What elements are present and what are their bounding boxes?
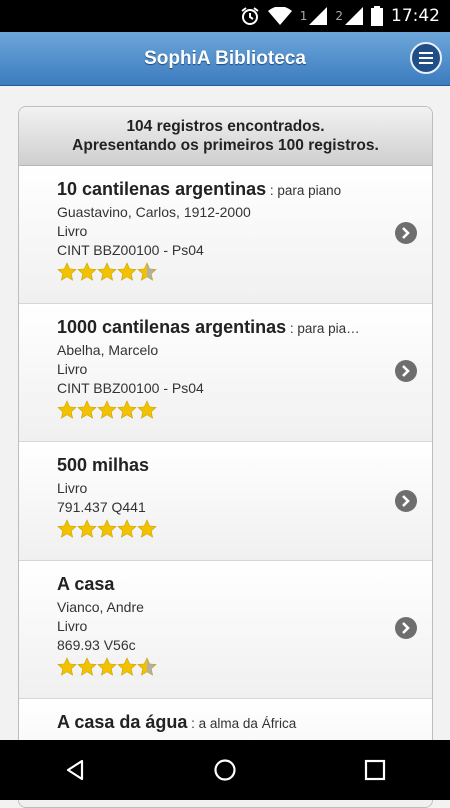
star-icon	[77, 262, 97, 281]
sim2-signal: 2	[335, 7, 363, 25]
open-item-button[interactable]	[395, 360, 417, 382]
item-title-row: 500 milhas	[57, 453, 372, 479]
item-author: Vianco, Andre	[57, 599, 144, 615]
star-icon	[117, 262, 137, 281]
item-title: 1000 cantilenas argentinas	[57, 317, 287, 337]
home-button[interactable]	[205, 750, 245, 790]
rating-stars	[57, 400, 372, 422]
sim1-signal: 1	[300, 7, 328, 25]
star-icon	[117, 657, 137, 676]
item-call-number: CINT BBZ00100 - Ps04	[57, 380, 204, 396]
signal-icon	[345, 7, 363, 25]
star-icon	[97, 519, 117, 538]
app-bar: SophiA Biblioteca	[0, 32, 450, 86]
item-title: A casa da água	[57, 712, 188, 732]
chevron-right-icon	[402, 365, 410, 377]
menu-button[interactable]	[410, 42, 442, 74]
item-subtitle: : para piano	[266, 183, 342, 198]
star-icon	[57, 519, 77, 538]
chevron-right-icon	[402, 622, 410, 634]
back-button[interactable]	[55, 750, 95, 790]
navigation-bar	[0, 740, 450, 800]
item-title: 500 milhas	[57, 455, 150, 475]
sim2-label: 2	[335, 9, 343, 23]
list-item[interactable]: A casa Vianco, Andre Livro 869.93 V56c	[19, 561, 432, 699]
wifi-icon	[267, 7, 292, 25]
open-item-button[interactable]	[395, 490, 417, 512]
item-subtitle: : para pia…	[286, 321, 360, 336]
item-author: Guastavino, Carlos, 1912-2000	[57, 204, 251, 220]
results-header: 104 registros encontrados. Apresentando …	[19, 107, 432, 166]
rating-stars	[57, 262, 372, 284]
item-title-row: A casa da água : a alma da África	[57, 710, 372, 736]
star-icon	[117, 400, 137, 419]
item-title-row: A casa	[57, 572, 372, 598]
chevron-right-icon	[402, 495, 410, 507]
item-subtitle: : a alma da África	[187, 716, 297, 731]
item-call-number: 791.437 Q441	[57, 499, 146, 515]
star-icon	[97, 400, 117, 419]
star-icon	[57, 400, 77, 419]
recents-square-icon	[364, 759, 386, 781]
menu-icon	[419, 52, 433, 64]
alarm-icon	[240, 6, 260, 26]
open-item-button[interactable]	[395, 617, 417, 639]
chevron-right-icon	[402, 227, 410, 239]
item-call-number: CINT BBZ00100 - Ps04	[57, 242, 204, 258]
recents-button[interactable]	[355, 750, 395, 790]
star-icon	[77, 519, 97, 538]
rating-stars	[57, 519, 372, 541]
item-title: 10 cantilenas argentinas	[57, 179, 267, 199]
item-author: Abelha, Marcelo	[57, 342, 159, 358]
status-bar: 1 2 17:42	[0, 0, 450, 32]
item-type: Livro	[57, 480, 88, 496]
star-icon	[137, 400, 157, 419]
results-count: 104 registros encontrados.	[126, 118, 325, 135]
item-type: Livro	[57, 223, 88, 239]
list-item[interactable]: 500 milhas Livro 791.437 Q441	[19, 442, 432, 561]
signal-icon	[309, 7, 328, 25]
clock: 17:42	[391, 6, 440, 26]
item-title-row: 10 cantilenas argentinas : para piano	[57, 177, 372, 203]
sim1-label: 1	[299, 9, 308, 23]
star-icon	[57, 262, 77, 281]
item-type: Livro	[57, 618, 88, 634]
star-icon	[137, 519, 157, 538]
item-title-row: 1000 cantilenas argentinas : para pia…	[57, 315, 372, 341]
back-triangle-icon	[66, 759, 84, 781]
battery-icon	[371, 6, 383, 26]
star-icon	[57, 657, 77, 676]
results-panel: 104 registros encontrados. Apresentando …	[18, 106, 433, 808]
results-showing: Apresentando os primeiros 100 registros.	[72, 137, 379, 154]
star-icon	[97, 262, 117, 281]
item-title: A casa	[57, 574, 115, 594]
open-item-button[interactable]	[395, 222, 417, 244]
app-title: SophiA Biblioteca	[144, 47, 306, 69]
star-icon	[77, 657, 97, 676]
star-icon	[137, 262, 157, 281]
star-icon	[97, 657, 117, 676]
star-icon	[117, 519, 137, 538]
star-icon	[77, 400, 97, 419]
list-item[interactable]: 10 cantilenas argentinas : para piano Gu…	[19, 166, 432, 304]
item-call-number: 869.93 V56c	[57, 637, 136, 653]
list-item[interactable]: 1000 cantilenas argentinas : para pia… A…	[19, 304, 432, 442]
item-type: Livro	[57, 361, 88, 377]
star-icon	[137, 657, 157, 676]
rating-stars	[57, 657, 372, 679]
home-circle-icon	[214, 759, 236, 781]
